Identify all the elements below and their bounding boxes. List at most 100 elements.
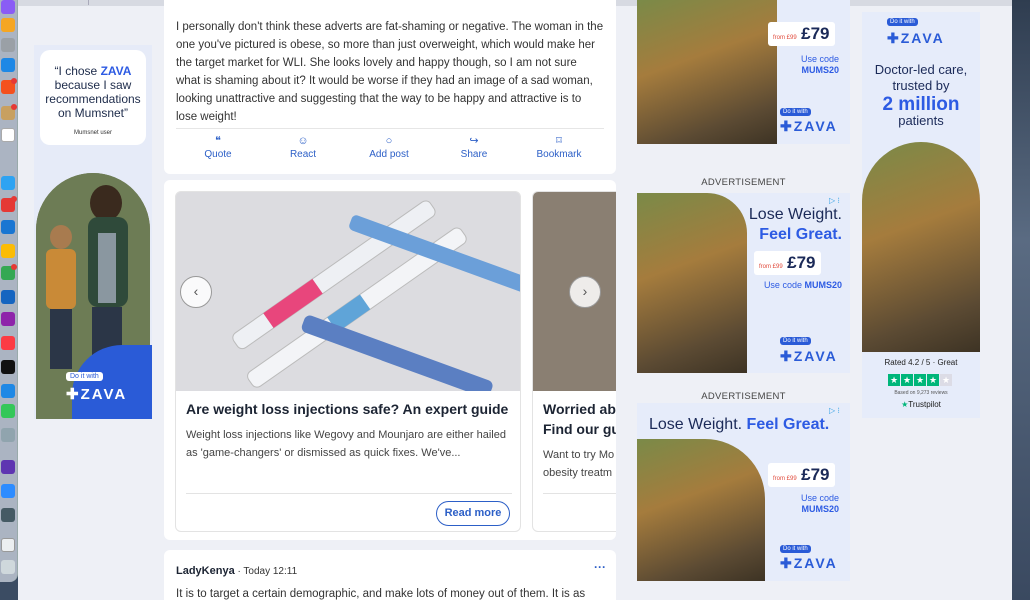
share-icon: ↪ <box>469 135 479 147</box>
xcode-icon[interactable] <box>1 384 15 398</box>
messages-icon[interactable] <box>1 264 17 280</box>
app-icon[interactable] <box>1 460 15 474</box>
plus-icon: ✚ <box>780 555 794 571</box>
promo-code-value: MUMS20 <box>801 504 839 514</box>
zava-logo: ✚ZAVA <box>887 30 945 47</box>
quote-button[interactable]: ❝ Quote <box>183 135 253 160</box>
cta-small: Do it with <box>887 18 918 26</box>
carousel-prev-button[interactable]: ‹ <box>180 276 212 308</box>
trash-icon[interactable] <box>1 560 15 574</box>
article-title[interactable]: Are weight loss injections safe? An expe… <box>186 401 508 417</box>
react-button[interactable]: ☺ React <box>268 135 338 160</box>
right-ad-column: from £99 £79 Use code MUMS20 Do it with ✚… <box>637 0 850 600</box>
ad-headline: Lose Weight. Feel Great. <box>649 415 839 435</box>
promo-code: Use code MUMS20 <box>777 54 839 76</box>
cta-small: Do it with <box>780 545 811 553</box>
read-more-button[interactable]: Read more <box>436 501 510 526</box>
app-store-icon[interactable] <box>1 220 15 234</box>
launchpad-icon[interactable] <box>1 18 15 32</box>
notes-icon[interactable] <box>1 104 17 120</box>
carousel-next-button[interactable]: › <box>569 276 601 308</box>
plus-icon: ✚ <box>66 386 81 403</box>
article-divider <box>186 493 512 494</box>
trustpilot-logo: ★Trustpilot <box>862 400 980 409</box>
headline-line1: Lose Weight. <box>748 206 842 223</box>
freeform-icon[interactable] <box>1 176 15 190</box>
add-post-label: Add post <box>369 149 409 160</box>
quote-user: Mumsnet user <box>73 130 112 136</box>
promo-code-value: MUMS20 <box>804 280 842 290</box>
cta-small: Do it with <box>780 337 811 345</box>
zava-logo: ✚ZAVA <box>780 118 838 135</box>
post-body: I personally don't think these adverts a… <box>176 21 604 123</box>
adchoices-icon[interactable]: ▷ ⁝ <box>829 406 840 415</box>
price-tag: from £99 £79 <box>768 463 835 487</box>
quote-rest: because I saw recommendations on Mumsnet… <box>45 78 141 120</box>
app-icon[interactable] <box>1 196 17 212</box>
chrome-icon[interactable] <box>1 244 15 258</box>
article-title[interactable]: Worried ab <box>543 401 616 417</box>
tv-icon[interactable] <box>1 360 15 374</box>
promo-code: Use code MUMS20 <box>747 280 842 291</box>
ad-banner-3[interactable]: ▷ ⁝ Lose Weight. Feel Great. from £99 £7… <box>637 403 850 581</box>
app-icon[interactable] <box>1 404 15 418</box>
podcasts-icon[interactable] <box>1 312 15 326</box>
injection-pens-illustration <box>176 192 520 398</box>
star-icon: ★ <box>940 374 952 386</box>
headline-line2: Feel Great. <box>746 416 830 433</box>
settings-icon[interactable] <box>1 38 15 52</box>
add-post-button[interactable]: ○ Add post <box>354 135 424 160</box>
price-from: from £99 <box>759 264 783 270</box>
bookmark-button[interactable]: ⌑ Bookmark <box>524 135 594 160</box>
music-icon[interactable] <box>1 336 15 350</box>
plus-icon: ✚ <box>780 348 794 364</box>
preview-icon[interactable] <box>1 428 15 442</box>
cta-small: Do it with <box>66 372 103 381</box>
app-icon[interactable] <box>1 0 15 14</box>
safari-icon[interactable] <box>1 58 15 72</box>
ad-banner-2[interactable]: ▷ ⁝ Lose Weight. Feel Great. from £99 £79… <box>637 193 850 373</box>
reply-author[interactable]: LadyKenya <box>176 565 235 577</box>
star-icon: ★ <box>901 374 913 386</box>
left-sidebar-ad[interactable]: “I chose ZAVA because I saw recommendati… <box>34 45 152 419</box>
ad-headline: Lose Weight. Feel Great. <box>727 205 842 245</box>
headline-line1: Lose Weight. <box>649 416 743 433</box>
article-card-next[interactable]: Worried ab Find our gu Want to try Mo ob… <box>532 191 616 532</box>
promo-code-value: MUMS20 <box>801 65 839 75</box>
ad-banner-1[interactable]: from £99 £79 Use code MUMS20 Do it with ✚… <box>637 0 850 144</box>
reviews-count: Based on 9,273 reviews <box>894 390 948 396</box>
article-card[interactable]: Are weight loss injections safe? An expe… <box>175 191 521 532</box>
promo-code: Use code MUMS20 <box>777 493 839 515</box>
use-code-label: Use code <box>800 54 839 64</box>
macos-dock <box>0 0 18 582</box>
app-icon[interactable] <box>1 290 15 304</box>
far-right-ad[interactable]: Do it with ✚ZAVA Doctor-led care, truste… <box>862 12 980 418</box>
zoom-icon[interactable] <box>1 484 15 498</box>
price-amount: £79 <box>787 253 816 272</box>
cta-small: Do it with <box>780 108 811 116</box>
price-tag: from £99 £79 <box>768 22 835 46</box>
price-from: from £99 <box>773 476 797 482</box>
price-amount: £79 <box>801 24 830 43</box>
reply-header: LadyKenya · Today 12:11 <box>176 565 297 577</box>
react-label: React <box>289 149 317 160</box>
more-options-icon[interactable]: ··· <box>594 560 606 574</box>
document-icon[interactable] <box>1 538 15 552</box>
article-image-pens <box>176 192 520 398</box>
mail-icon[interactable] <box>1 78 17 94</box>
chevron-left-icon: ‹ <box>193 283 199 299</box>
price-from: from £99 <box>773 35 797 41</box>
star-icon: ★ <box>927 374 939 386</box>
calendar-icon[interactable] <box>1 128 15 142</box>
advertisement-label: ADVERTISEMENT <box>701 177 786 188</box>
app-icon[interactable] <box>1 508 15 522</box>
share-button[interactable]: ↪ Share <box>439 135 509 160</box>
zava-logo-text: ZAVA <box>80 386 128 403</box>
article-divider <box>543 493 616 494</box>
adchoices-icon[interactable]: ▷ ⁝ <box>829 196 840 205</box>
zava-logo: ✚ZAVA <box>66 385 127 403</box>
article-title-line2[interactable]: Find our gu <box>543 421 616 437</box>
bookmark-icon: ⌑ <box>556 135 562 147</box>
zava-logo: ✚ZAVA <box>780 348 838 365</box>
use-code-label: Use code <box>800 493 839 503</box>
